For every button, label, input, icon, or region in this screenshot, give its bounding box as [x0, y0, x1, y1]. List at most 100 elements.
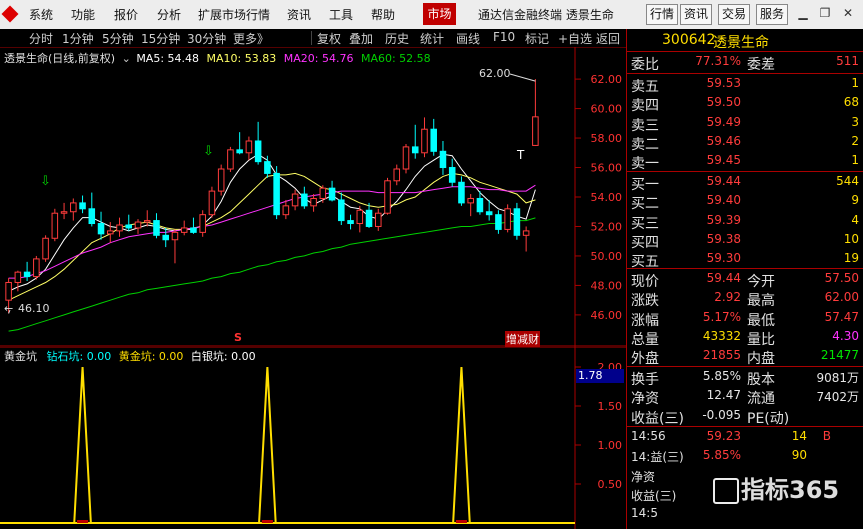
market-button[interactable]: 市场: [423, 3, 456, 25]
tick-row: 14:5: [627, 505, 863, 524]
candle-body: [328, 187, 336, 201]
indicator-name: 黄金坑: [4, 350, 37, 363]
bid-row: 买五 59.30 19: [627, 250, 863, 270]
tab-overlay[interactable]: 叠加: [349, 30, 373, 47]
high-marker-label: 62.00: [479, 67, 511, 80]
menu-function[interactable]: 功能: [71, 6, 95, 23]
ask-price: 59.50: [706, 95, 741, 110]
candlestick-chart[interactable]: 62.00 60.00 58.00 56.00 54.00 52.00 50.00 48.00…: [0, 47, 626, 347]
y-tick-label: 58.00: [591, 132, 623, 145]
restore-icon[interactable]: ❐: [818, 6, 832, 20]
bid-volume: 9: [851, 193, 859, 208]
menu-quote[interactable]: 报价: [114, 6, 138, 23]
candle-body: [421, 128, 428, 154]
fundamental-value: 7402万: [816, 390, 859, 405]
candle-body: [51, 212, 59, 239]
ma-line-ma60: [8, 217, 536, 332]
info-button[interactable]: 资讯: [680, 4, 713, 25]
ma-line-ma10: [8, 172, 536, 301]
fundamental-value: 12.47: [706, 388, 741, 403]
bid-row: 买一 59.44 544: [627, 173, 863, 193]
chart-stock-title: 透景生命(日线,前复权): [4, 52, 116, 65]
menu-system[interactable]: 系统: [29, 6, 53, 23]
bid-price: 59.44: [706, 174, 741, 188]
tab-add-watchlist[interactable]: +自选: [558, 30, 592, 47]
minimize-icon[interactable]: ▁: [796, 6, 810, 20]
y-tick-label: 60.00: [591, 103, 623, 116]
stat-row: 现价 59.44 今开 57.50: [627, 270, 863, 290]
menu-info[interactable]: 资讯: [287, 6, 311, 23]
tab-back[interactable]: 返回: [596, 30, 620, 47]
candle-body: [264, 161, 271, 174]
ask-row: 卖三 59.49 3: [627, 114, 863, 134]
bid-label: 买三: [631, 215, 659, 232]
stat-value: 2.92: [714, 290, 741, 305]
menu-tools[interactable]: 工具: [329, 6, 353, 23]
tab-stats[interactable]: 统计: [420, 30, 444, 47]
candle-body: [458, 181, 465, 204]
watermark-logo: 指标365: [713, 470, 839, 505]
stat-row: 总量 43332 量比 4.30: [627, 328, 863, 348]
stat-value: 59.44: [706, 271, 741, 285]
stat-value: 57.50: [824, 271, 859, 285]
bid-price: 59.30: [706, 251, 741, 266]
tab-15min[interactable]: 15分钟: [141, 30, 180, 47]
divider: [627, 366, 863, 367]
tick-volume: 14: [791, 429, 807, 443]
stat-row: 涨幅 5.17% 最低 57.47: [627, 309, 863, 329]
candle-body: [14, 271, 22, 283]
quote-button[interactable]: 行情: [646, 4, 679, 25]
chevron-down-icon[interactable]: ⌄: [122, 52, 131, 65]
chart-legend: 透景生命(日线,前复权) ⌄ MA5: 54.48 MA10: 53.83 MA…: [4, 50, 431, 66]
s-marker: S: [234, 331, 242, 344]
tab-adjust[interactable]: 复权: [317, 30, 341, 47]
menu-analysis[interactable]: 分析: [157, 6, 181, 23]
tab-1min[interactable]: 1分钟: [62, 30, 94, 47]
candle-body: [180, 227, 188, 233]
trade-button[interactable]: 交易: [718, 4, 751, 25]
candle-body: [513, 208, 521, 236]
bid-label: 买二: [631, 196, 659, 213]
candle-body: [365, 209, 373, 227]
divider: [627, 73, 863, 74]
divider: [627, 171, 863, 172]
tab-history[interactable]: 历史: [385, 30, 409, 47]
tick-price: 59.23: [706, 429, 741, 443]
candle-body: [319, 187, 327, 199]
stat-row: 外盘 21855 内盘 21477: [627, 347, 863, 367]
stat-value: 21855: [702, 348, 741, 363]
tab-f10[interactable]: F10: [493, 30, 515, 44]
ask-volume: 1: [851, 153, 859, 168]
tab-intraday[interactable]: 分时: [29, 30, 53, 47]
bid-row: 买四 59.38 10: [627, 231, 863, 251]
bid-price: 59.40: [706, 193, 741, 208]
fundamental-label: PE(动): [747, 410, 790, 427]
tick-time: 14:益(三): [631, 450, 684, 465]
y-tick-label: 52.00: [591, 220, 623, 233]
tab-30min[interactable]: 30分钟: [187, 30, 226, 47]
candle-body: [347, 220, 354, 225]
candle-body: [245, 140, 253, 154]
close-icon[interactable]: ✕: [841, 6, 855, 20]
tab-more[interactable]: 更多》: [233, 30, 269, 47]
indicator-chart[interactable]: 2.001.501.000.50: [0, 347, 626, 529]
event-badge[interactable]: 增减财: [505, 331, 540, 347]
candle-body: [171, 231, 179, 241]
ma20-label: MA20: 54.76: [283, 52, 354, 65]
tab-drawing[interactable]: 画线: [456, 30, 480, 47]
bid-row: 买三 59.39 4: [627, 212, 863, 232]
candle-body: [393, 168, 401, 182]
high-marker-leader: [509, 73, 536, 82]
tick-row: 14:56 59.23 14 B: [627, 428, 863, 447]
y-tick-label: 46.00: [591, 309, 623, 322]
candle-body: [97, 223, 105, 235]
service-button[interactable]: 服务: [756, 4, 789, 25]
tab-mark[interactable]: 标记: [525, 30, 549, 47]
candle-body: [273, 172, 280, 216]
menu-help[interactable]: 帮助: [371, 6, 395, 23]
menu-extended-market[interactable]: 扩展市场行情: [198, 6, 270, 23]
stat-label: 涨幅: [631, 312, 659, 329]
divider: [627, 51, 863, 52]
tab-5min[interactable]: 5分钟: [102, 30, 134, 47]
stat-value: 4.30: [832, 328, 859, 343]
